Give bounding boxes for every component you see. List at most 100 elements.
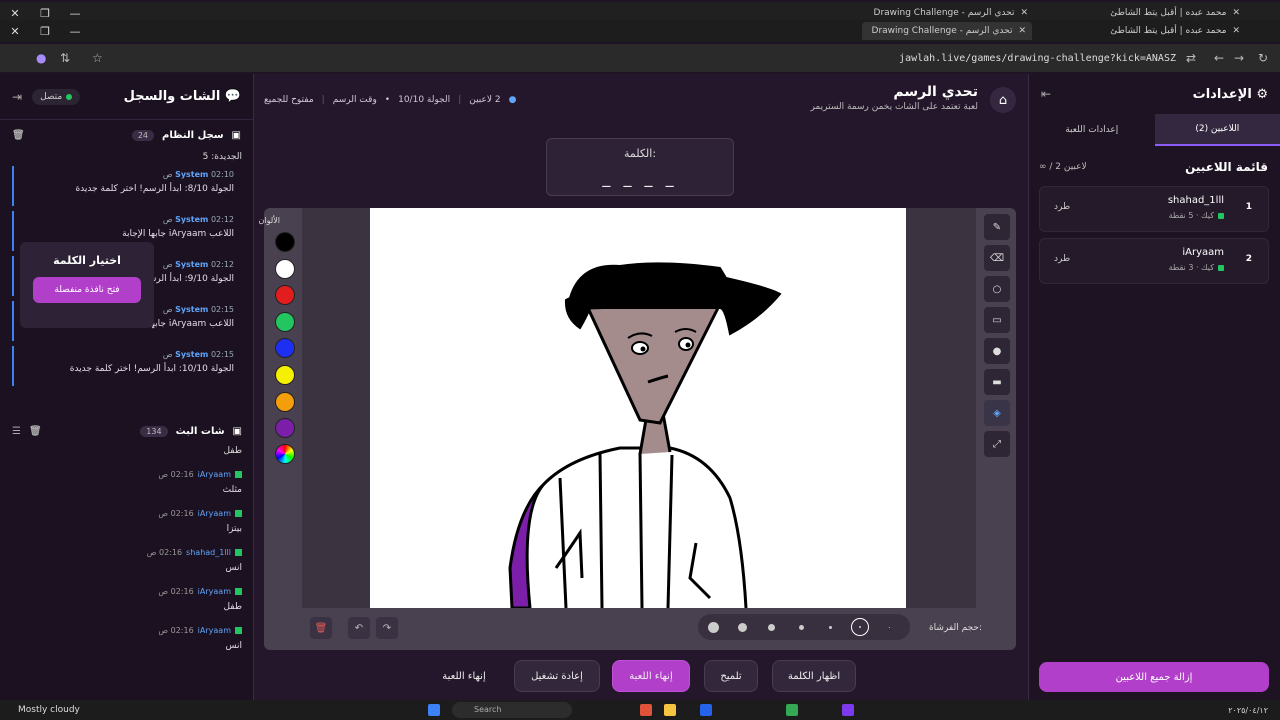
filter-icon[interactable]: ☰ bbox=[12, 426, 21, 437]
home-button[interactable]: ⌂ bbox=[990, 87, 1016, 113]
close-icon[interactable]: ✕ bbox=[1018, 26, 1026, 36]
players-list-title: قائمة اللاعبين bbox=[1185, 160, 1268, 174]
restart-button[interactable]: إعادة تشغيل bbox=[514, 660, 600, 692]
tab-players[interactable]: اللاعبين (2) bbox=[1154, 114, 1280, 146]
chat-message: iAryaam 02:16 ص بيتزا bbox=[158, 509, 242, 534]
color-swatch[interactable] bbox=[275, 285, 295, 306]
site-info-icon[interactable]: ⇄ bbox=[1186, 51, 1196, 65]
brush-size-option[interactable] bbox=[792, 618, 810, 636]
live-chat-list[interactable]: طفل iAryaam 02:16 ص مثلث iAryaam 02:16 ص بيت… bbox=[12, 446, 242, 696]
color-swatch[interactable] bbox=[275, 391, 295, 412]
circle-tool[interactable]: ○ bbox=[984, 276, 1010, 302]
taskbar-search[interactable]: Search bbox=[452, 702, 572, 718]
brush-size-option[interactable] bbox=[822, 618, 840, 636]
custom-color-picker[interactable] bbox=[275, 444, 295, 464]
filled-rectangle-icon: ▬ bbox=[992, 376, 1002, 388]
drawing-image bbox=[508, 262, 782, 610]
drawing-frame: الألوان ✎ ⌫ ○ ▭ ● ▬ ◈ ⤢ 🗑 ↶ ↷ حجم الفرشا… bbox=[259, 208, 1016, 650]
close-window-icon[interactable]: ✕ bbox=[0, 7, 30, 20]
eraser-tool[interactable]: ⌫ bbox=[984, 245, 1010, 271]
chrome-icon[interactable] bbox=[786, 704, 798, 716]
color-swatch[interactable] bbox=[275, 258, 295, 279]
log-fragment: الجديدة: 5 bbox=[202, 152, 242, 162]
app-icon[interactable] bbox=[842, 704, 854, 716]
app-icon[interactable] bbox=[700, 704, 712, 716]
color-swatch[interactable] bbox=[275, 418, 295, 439]
line-tool[interactable]: ⤢ bbox=[984, 431, 1010, 457]
player-name: shahad_1lll bbox=[1167, 195, 1224, 206]
brush-size-option[interactable] bbox=[851, 618, 869, 636]
remove-all-players-button[interactable]: إزالة جميع اللاعبين bbox=[1039, 662, 1269, 692]
clear-canvas-button[interactable]: 🗑 bbox=[310, 617, 332, 639]
game-area: ⌂ تحدي الرسم لعبة تعتمد على الشات يخمن ر… bbox=[254, 74, 1028, 700]
color-swatch[interactable] bbox=[275, 311, 295, 332]
show-word-button[interactable]: اظهار الكلمة bbox=[772, 660, 856, 692]
redo-icon: ↷ bbox=[382, 622, 392, 634]
close-icon[interactable]: ✕ bbox=[1232, 26, 1240, 36]
system-log-title: سجل النظام bbox=[162, 129, 224, 141]
close-icon[interactable]: ✕ bbox=[1020, 8, 1028, 18]
chat-panel-title: 💬 الشات والسجل bbox=[123, 89, 241, 104]
brush-size-option[interactable] bbox=[763, 618, 781, 636]
pencil-tool[interactable]: ✎ bbox=[984, 214, 1010, 240]
settings-sliders-icon[interactable]: ⇅ bbox=[60, 51, 70, 65]
color-swatch[interactable] bbox=[275, 338, 295, 359]
live-chat-header: ▣ شات البث 134 🗑 ☰ bbox=[0, 416, 254, 446]
forward-icon[interactable]: → bbox=[1234, 51, 1244, 65]
kick-icon bbox=[1218, 212, 1224, 219]
minimize-icon[interactable]: — bbox=[60, 25, 90, 38]
mode-status: مفتوح للجميع bbox=[264, 95, 314, 105]
player-name: iAryaam bbox=[1182, 247, 1224, 258]
back-icon[interactable]: ← bbox=[1214, 51, 1224, 65]
color-swatch[interactable] bbox=[275, 232, 295, 252]
kick-icon bbox=[235, 588, 242, 595]
word-box: الكلمة: _ _ _ _ bbox=[546, 138, 734, 196]
start-icon[interactable] bbox=[428, 704, 440, 716]
browser-tab-music[interactable]: ✕ محمد عبده | أقبل يتط الشاطئ bbox=[1070, 22, 1240, 40]
restore-icon[interactable]: ❐ bbox=[30, 25, 60, 38]
extension-icon[interactable]: ● bbox=[36, 51, 46, 65]
filled-rectangle-tool[interactable]: ▬ bbox=[984, 369, 1010, 395]
trash-icon[interactable]: 🗑 bbox=[12, 130, 25, 141]
game-actions: اظهار الكلمة تلميح إنهاء اللعبة إعادة تش… bbox=[424, 660, 864, 692]
end-game-button[interactable]: إنهاء اللعبة bbox=[424, 660, 504, 692]
system-log-icon: ▣ bbox=[231, 129, 241, 141]
brush-size-option[interactable] bbox=[880, 618, 898, 636]
live-chat-count: 134 bbox=[140, 425, 168, 437]
redo-button[interactable]: ↷ bbox=[376, 617, 398, 639]
tab-game-settings[interactable]: إعدادات اللعبة bbox=[1029, 114, 1155, 146]
filled-circle-tool[interactable]: ● bbox=[984, 338, 1010, 364]
live-chat-title: شات البث bbox=[175, 425, 225, 437]
weather-widget[interactable]: Mostly cloudy bbox=[18, 705, 80, 715]
close-window-icon[interactable]: ✕ bbox=[0, 25, 30, 38]
collapse-panel-icon[interactable]: ⇤ bbox=[1041, 87, 1051, 101]
brush-size-option[interactable] bbox=[733, 618, 751, 636]
end-round-button[interactable]: إنهاء اللعبة bbox=[612, 660, 690, 692]
fill-tool[interactable]: ◈ bbox=[984, 400, 1010, 426]
circle-icon: ○ bbox=[992, 283, 1002, 295]
reload-icon[interactable]: ↻ bbox=[1258, 51, 1268, 65]
rectangle-tool[interactable]: ▭ bbox=[984, 307, 1010, 333]
minimize-icon[interactable]: — bbox=[60, 7, 90, 20]
kick-player-button[interactable]: طرد bbox=[1054, 202, 1070, 212]
kick-player-button[interactable]: طرد bbox=[1054, 254, 1070, 264]
folder-icon[interactable] bbox=[664, 704, 676, 716]
chat-message: iAryaam 02:16 ص انس bbox=[158, 626, 242, 651]
hint-button[interactable]: تلميح bbox=[704, 660, 758, 692]
open-window-button[interactable]: فتح نافذة منفصلة bbox=[33, 277, 141, 303]
browser-tab-drawing-active[interactable]: ✕ تحدي الرسم - Drawing Challenge bbox=[862, 22, 1032, 40]
collapse-panel-icon[interactable]: ⇥ bbox=[12, 90, 22, 104]
close-icon[interactable]: ✕ bbox=[1232, 8, 1240, 18]
app-icon[interactable] bbox=[640, 704, 652, 716]
undo-icon: ↶ bbox=[354, 622, 364, 634]
drawing-canvas[interactable] bbox=[370, 208, 906, 610]
restore-icon[interactable]: ❐ bbox=[30, 7, 60, 20]
home-icon: ⌂ bbox=[998, 92, 1008, 108]
star-icon[interactable]: ☆ bbox=[92, 51, 103, 65]
trash-icon[interactable]: 🗑 bbox=[29, 426, 42, 437]
url-field[interactable]: jawlah.live/games/drawing-challenge?kick… bbox=[899, 53, 1176, 64]
color-swatch[interactable] bbox=[275, 365, 295, 385]
brush-size-option[interactable] bbox=[704, 618, 722, 636]
undo-button[interactable]: ↶ bbox=[348, 617, 370, 639]
player-rank: 2 bbox=[1245, 254, 1252, 264]
